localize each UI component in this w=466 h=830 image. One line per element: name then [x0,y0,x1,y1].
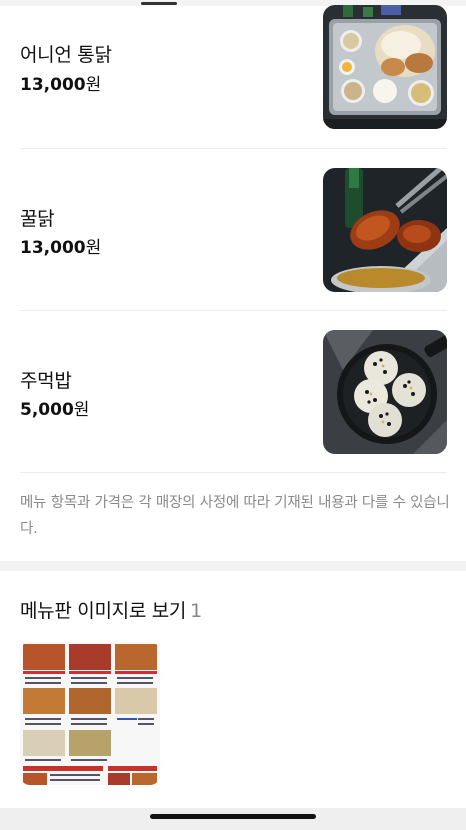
menu-item-price: 13,000원 [20,233,101,258]
price-unit: 원 [85,75,102,95]
menu-item-rice-ball[interactable]: 주먹밥 5,000원 [20,324,447,486]
section-separator [0,561,466,571]
price-number: 5,000 [20,400,74,420]
menu-item-onion-chicken[interactable]: 어니언 통닭 13,000원 [20,0,447,162]
price-unit: 원 [73,400,90,420]
menu-item-price: 13,000원 [20,70,101,95]
divider [20,472,447,473]
divider [20,310,447,311]
rice-ball-photo[interactable] [323,330,447,454]
price-number: 13,000 [20,238,86,258]
home-indicator[interactable] [150,814,316,819]
price-number: 13,000 [20,75,86,95]
honey-chicken-photo[interactable] [323,168,447,292]
menu-board-image[interactable] [20,642,160,785]
menu-item-name: 주먹밥 [20,370,72,392]
menu-board-title-text: 메뉴판 이미지로 보기 [20,600,187,622]
onion-chicken-photo[interactable] [323,5,447,129]
menu-item-name: 꿀닭 [20,208,55,230]
menu-board-title[interactable]: 메뉴판 이미지로 보기 1 [20,596,202,623]
menu-board-count: 1 [190,600,202,622]
price-notice: 메뉴 항목과 가격은 각 매장의 사정에 따라 기재된 내용과 다를 수 있습니… [20,495,450,537]
menu-item-honey-chicken[interactable]: 꿀닭 13,000원 [20,162,447,324]
bottom-bar [0,808,466,830]
menu-item-price: 5,000원 [20,395,89,420]
menu-item-name: 어니언 통닭 [20,44,112,66]
divider [20,148,447,149]
price-unit: 원 [85,238,102,258]
